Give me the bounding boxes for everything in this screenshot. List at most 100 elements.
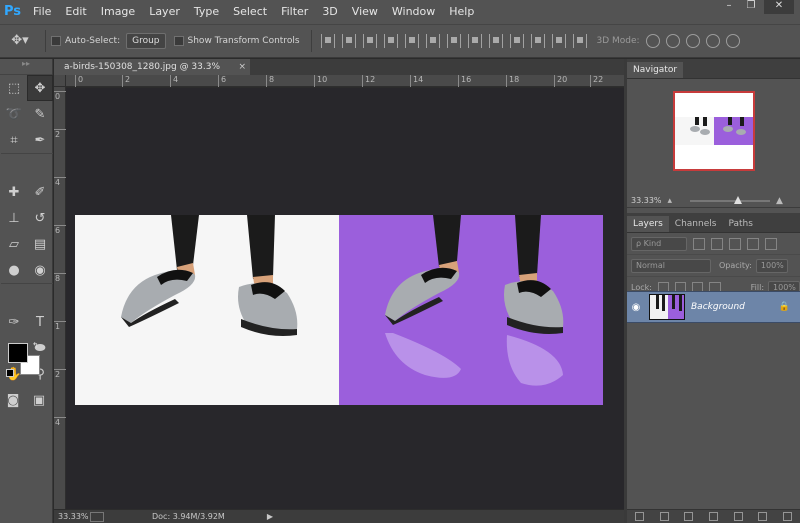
move-tool-preset-icon[interactable]: ✥▾ xyxy=(0,31,40,51)
auto-select-dropdown[interactable]: Group xyxy=(126,33,166,49)
align-left-icon[interactable] xyxy=(383,34,398,48)
align-right-icon[interactable] xyxy=(425,34,440,48)
menu-window[interactable]: Window xyxy=(385,0,442,24)
dodge-icon[interactable]: ◉ xyxy=(27,257,53,283)
restore-button[interactable]: ❐ xyxy=(742,0,760,14)
auto-select-checkbox[interactable] xyxy=(51,36,61,46)
swap-colors-icon[interactable]: ↰ xyxy=(32,341,39,350)
menu-view[interactable]: View xyxy=(345,0,385,24)
3d-scale-icon[interactable] xyxy=(725,34,740,48)
layer-background[interactable]: ◉ Background 🔒 xyxy=(627,291,800,323)
ruler-label: 16 xyxy=(458,75,471,87)
blend-mode-dropdown[interactable]: Normal xyxy=(631,258,711,273)
stamp-icon[interactable]: ⊥ xyxy=(1,205,27,231)
layers-body: ρ Kind Normal Opacity: 100% Lock: Fill: … xyxy=(627,233,800,299)
menu-3d[interactable]: 3D xyxy=(315,0,344,24)
3d-rotate-icon[interactable] xyxy=(645,34,660,48)
align-hcenter-icon[interactable] xyxy=(404,34,419,48)
delete-layer-icon[interactable] xyxy=(783,512,793,521)
filter-shape-icon[interactable] xyxy=(747,237,759,250)
menu-type[interactable]: Type xyxy=(187,0,226,24)
visibility-eye-icon[interactable]: ◉ xyxy=(627,302,645,313)
eraser-icon[interactable]: ▱ xyxy=(1,231,27,257)
menu-select[interactable]: Select xyxy=(226,0,274,24)
tools-panel: ▸▸ ⬚ ✥ ➰ ✎ ⌗ ✒ ✚ ✐ ⊥ ↺ ▱ ▤ ● ◉ ✑ T ➤ ⬬ ✋… xyxy=(0,59,53,523)
status-zoom[interactable]: 33.33% xyxy=(54,512,90,521)
quick-select-icon[interactable]: ✎ xyxy=(27,101,53,127)
navigator-zoom-slider[interactable] xyxy=(690,195,771,204)
blur-icon[interactable]: ● xyxy=(1,257,27,283)
menu-file[interactable]: File xyxy=(26,0,58,24)
3d-slide-icon[interactable] xyxy=(705,34,720,48)
screen-mode-icon[interactable]: ▣ xyxy=(26,389,52,411)
filter-smart-object-icon[interactable] xyxy=(765,237,777,250)
distribute-bottom-icon[interactable] xyxy=(488,34,503,48)
distribute-top-icon[interactable] xyxy=(446,34,461,48)
brush-icon[interactable]: ✐ xyxy=(27,179,53,205)
distribute-right-icon[interactable] xyxy=(551,34,566,48)
navigator-zoom-value[interactable]: 33.33% xyxy=(631,196,662,205)
layer-filter-dropdown[interactable]: ρ Kind xyxy=(631,236,687,251)
new-layer-icon[interactable] xyxy=(758,512,768,521)
navigator-thumbnail[interactable] xyxy=(673,91,755,171)
layer-style-icon[interactable] xyxy=(659,512,669,521)
status-icon[interactable] xyxy=(90,511,104,522)
opacity-field[interactable]: 100% xyxy=(755,258,788,273)
healing-icon[interactable]: ✚ xyxy=(1,179,27,205)
align-vcenter-icon[interactable] xyxy=(341,34,356,48)
tab-layers[interactable]: Layers xyxy=(627,216,669,232)
layer-name[interactable]: Background xyxy=(691,302,745,312)
ruler-label: 2 xyxy=(54,369,66,379)
menu-help[interactable]: Help xyxy=(442,0,481,24)
eyedropper-icon[interactable]: ✒ xyxy=(27,127,53,153)
distribute-left-icon[interactable] xyxy=(509,34,524,48)
pen-icon[interactable]: ✑ xyxy=(1,309,27,335)
status-menu-arrow-icon[interactable]: ▶ xyxy=(267,512,273,521)
crop-icon[interactable]: ⌗ xyxy=(1,127,27,153)
ruler-label: 18 xyxy=(506,75,519,87)
lasso-icon[interactable]: ➰ xyxy=(1,101,27,127)
tab-navigator[interactable]: Navigator xyxy=(627,62,684,78)
tab-paths[interactable]: Paths xyxy=(722,216,758,232)
close-button[interactable]: ✕ xyxy=(764,0,794,14)
add-mask-icon[interactable] xyxy=(684,512,694,521)
align-top-icon[interactable] xyxy=(320,34,335,48)
zoom-out-icon[interactable]: ▴ xyxy=(668,196,673,206)
new-group-icon[interactable] xyxy=(733,512,743,521)
ruler-origin[interactable] xyxy=(54,75,66,87)
menu-image[interactable]: Image xyxy=(94,0,142,24)
horizontal-ruler[interactable]: 0 2 4 6 8 10 12 14 16 18 20 22 xyxy=(66,75,624,87)
filter-pixel-icon[interactable] xyxy=(693,237,705,250)
vertical-ruler[interactable]: 0 2 4 6 8 1 2 4 xyxy=(54,87,66,509)
default-colors-icon[interactable] xyxy=(6,369,14,377)
gradient-icon[interactable]: ▤ xyxy=(27,231,53,257)
menu-edit[interactable]: Edit xyxy=(58,0,93,24)
marquee-icon[interactable]: ⬚ xyxy=(1,75,27,101)
menu-layer[interactable]: Layer xyxy=(142,0,187,24)
move-icon[interactable]: ✥ xyxy=(27,75,53,101)
distribute-vcenter-icon[interactable] xyxy=(467,34,482,48)
filter-adjustment-icon[interactable] xyxy=(711,237,723,250)
3d-roll-icon[interactable] xyxy=(665,34,680,48)
zoom-slider-thumb[interactable] xyxy=(734,195,743,204)
align-bottom-icon[interactable] xyxy=(362,34,377,48)
menu-filter[interactable]: Filter xyxy=(274,0,315,24)
document-tab[interactable]: a-birds-150308_1280.jpg @ 33.3% (RGB/8) … xyxy=(54,59,250,88)
distribute-hcenter-icon[interactable] xyxy=(530,34,545,48)
transform-controls-checkbox[interactable] xyxy=(173,36,184,46)
filter-type-icon[interactable] xyxy=(729,237,741,250)
zoom-in-icon[interactable]: ▲ xyxy=(776,196,783,206)
toolbar-grip[interactable]: ▸▸ xyxy=(0,59,52,75)
history-brush-icon[interactable]: ↺ xyxy=(27,205,53,231)
tab-channels[interactable]: Channels xyxy=(669,216,723,232)
foreground-color[interactable] xyxy=(8,343,28,363)
link-layers-icon[interactable] xyxy=(634,512,644,521)
quick-mask-icon[interactable]: ◙ xyxy=(0,389,26,411)
type-icon[interactable]: T xyxy=(27,309,53,335)
auto-align-icon[interactable] xyxy=(572,34,587,48)
3d-pan-icon[interactable] xyxy=(685,34,700,48)
document-canvas[interactable] xyxy=(75,215,603,405)
adjustment-layer-icon[interactable] xyxy=(708,512,718,521)
minimize-button[interactable]: – xyxy=(720,0,738,14)
close-tab-icon[interactable]: × xyxy=(238,59,246,75)
